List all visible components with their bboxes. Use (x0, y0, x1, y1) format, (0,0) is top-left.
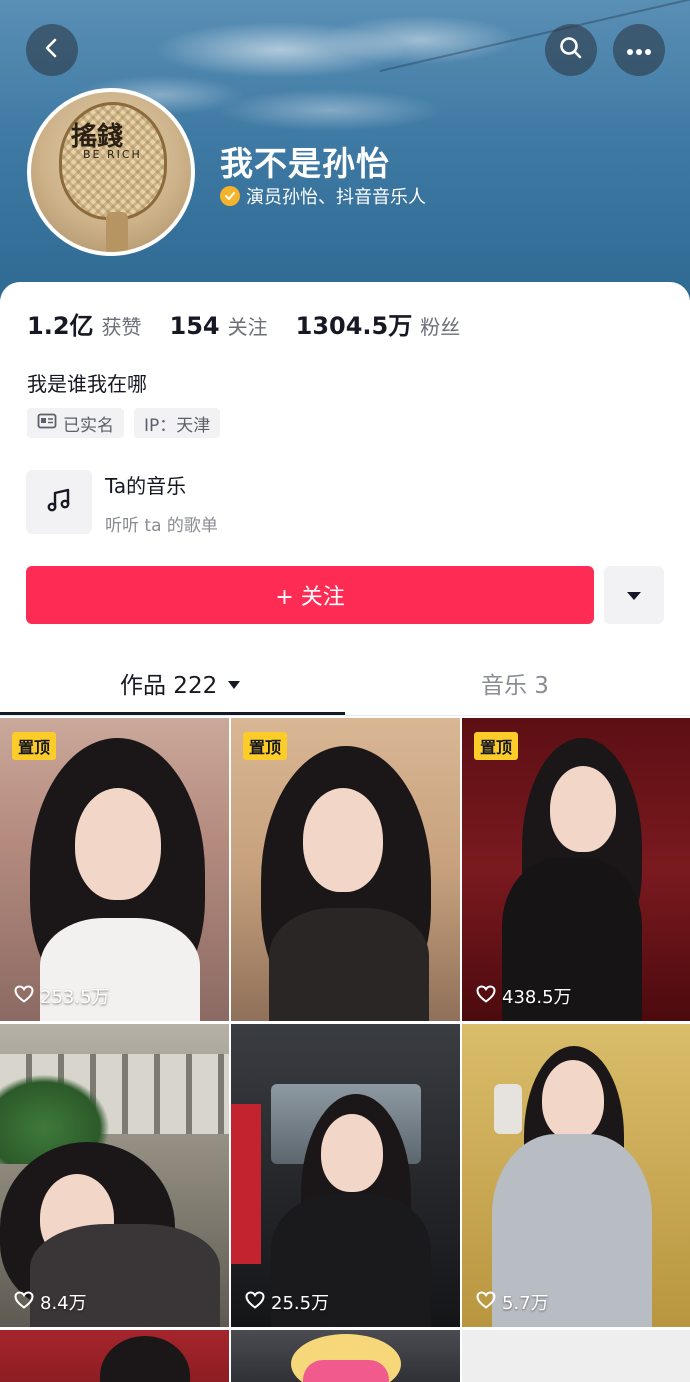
pinned-badge: 置顶 (12, 732, 57, 760)
like-count: 253.5万 (14, 983, 110, 1009)
stat-following-value[interactable]: 154 (170, 312, 220, 340)
music-entry-title[interactable]: Ta的音乐 (105, 470, 186, 499)
like-count-value: 5.7万 (502, 1293, 549, 1314)
follow-button-label: + 关注 (275, 585, 345, 610)
video-tile[interactable] (462, 1330, 690, 1382)
video-tile[interactable]: 置顶 253.5万 (0, 718, 229, 1021)
tab-divider (0, 715, 690, 716)
like-count-value: 438.5万 (502, 987, 572, 1008)
tab-works-label: 作品 222 (120, 673, 218, 699)
back-button[interactable] (26, 24, 78, 76)
video-tile[interactable] (0, 1330, 229, 1382)
stat-following-label[interactable]: 关注 (228, 311, 268, 340)
tab-works[interactable]: 作品 222 (120, 666, 241, 700)
music-entry-thumb[interactable] (26, 470, 92, 534)
id-card-icon (37, 413, 57, 434)
search-button[interactable] (545, 24, 597, 76)
stats-row: 1.2亿 获赞 154 关注 1304.5万 粉丝 (27, 306, 488, 341)
back-arrow-icon (40, 36, 64, 64)
tab-works-caret-icon (227, 670, 241, 696)
video-tile[interactable] (231, 1330, 460, 1382)
video-tile[interactable]: 置顶 438.5万 (462, 718, 690, 1021)
tag-ip-location: IP：天津 (134, 408, 221, 438)
stat-followers-label[interactable]: 粉丝 (420, 311, 460, 340)
video-tile[interactable]: 置顶 (231, 718, 460, 1021)
like-count: 5.7万 (476, 1289, 549, 1315)
like-count: 8.4万 (14, 1289, 87, 1315)
stat-followers-value[interactable]: 1304.5万 (296, 306, 413, 341)
tab-music[interactable]: 音乐 3 (481, 666, 549, 700)
music-entry-subtitle: 听听 ta 的歌单 (105, 516, 218, 536)
video-tile[interactable]: 8.4万 (0, 1024, 229, 1327)
like-count-value: 8.4万 (40, 1293, 87, 1314)
avatar-fan-subtext: BE RICH (83, 148, 142, 161)
heart-icon (14, 1290, 34, 1314)
tag-real-name: 已实名 (27, 408, 124, 438)
stat-likes-value: 1.2亿 (27, 312, 94, 340)
pinned-badge: 置顶 (243, 732, 288, 760)
profile-name: 我不是孙怡 (220, 144, 390, 183)
video-tile[interactable]: 5.7万 (462, 1024, 690, 1327)
tag-row: 已实名 IP：天津 (27, 408, 221, 438)
verified-text: 演员孙怡、抖音音乐人 (246, 187, 426, 208)
tab-music-label: 音乐 3 (481, 673, 549, 699)
stat-likes-label: 获赞 (101, 315, 142, 339)
music-note-icon (44, 485, 74, 519)
avatar[interactable]: 搖錢 BE RICH (27, 88, 195, 256)
profile-bio: 我是谁我在哪 (27, 372, 147, 396)
caret-down-icon (626, 586, 642, 605)
recommend-dropdown-button[interactable] (604, 566, 664, 624)
like-count: 438.5万 (476, 983, 572, 1009)
heart-icon (476, 984, 496, 1008)
verified-badge-icon (220, 186, 240, 206)
follow-button[interactable]: + 关注 (26, 566, 594, 624)
pinned-badge: 置顶 (474, 732, 519, 760)
tag-real-name-label: 已实名 (63, 415, 114, 436)
like-count-value: 25.5万 (271, 1293, 330, 1314)
more-button[interactable] (613, 24, 665, 76)
like-count: 25.5万 (245, 1289, 329, 1315)
tag-ip-label: IP：天津 (144, 415, 211, 436)
verification-row[interactable]: 演员孙怡、抖音音乐人 (220, 183, 426, 209)
heart-icon (14, 984, 34, 1008)
heart-icon (245, 1290, 265, 1314)
video-tile[interactable]: 25.5万 (231, 1024, 460, 1327)
like-count-value: 253.5万 (40, 987, 110, 1008)
avatar-fan-handle (106, 212, 128, 252)
search-icon (558, 35, 584, 65)
more-dots-icon (626, 41, 652, 60)
heart-icon (476, 1290, 496, 1314)
